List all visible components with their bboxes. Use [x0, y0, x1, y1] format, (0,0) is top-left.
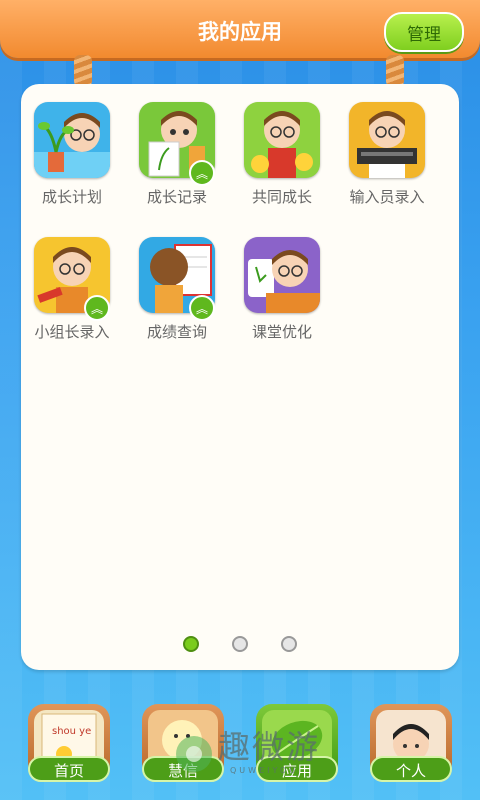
app-label: 共同成长	[251, 188, 312, 206]
class-optimize-icon	[244, 237, 320, 313]
app-label: 课堂优化	[251, 323, 312, 341]
app-group-leader[interactable]: ︽ 小组长录入	[20, 237, 124, 342]
app-label: 成长计划	[41, 188, 102, 206]
growth-plan-icon	[34, 102, 110, 178]
grow-together-icon	[244, 102, 320, 178]
page-dot[interactable]	[232, 636, 248, 652]
nav-label: 首页	[28, 756, 110, 782]
app-label: 成长记录	[146, 188, 207, 206]
upgrade-badge-icon: ︽	[189, 295, 215, 321]
app-label: 输入员录入	[349, 188, 425, 206]
app-label: 小组长录入	[34, 323, 110, 341]
page-dot[interactable]	[281, 636, 298, 652]
app-class-optimize[interactable]: 课堂优化	[230, 237, 334, 342]
watermark: 趣微游 QUWEIYOU	[170, 722, 410, 792]
app-grow-together[interactable]: 共同成长	[230, 102, 334, 207]
nav-home[interactable]: shou ye 首页	[28, 704, 110, 786]
apps-panel: 成长计划 ︽ 成长记录 共同成长 输入员录入 ︽ 小组长录入 ︽ 成绩查询 课堂…	[21, 84, 459, 670]
manage-button[interactable]: 管理	[384, 12, 464, 52]
upgrade-badge-icon: ︽	[84, 295, 110, 321]
app-growth-record[interactable]: ︽ 成长记录	[125, 102, 229, 207]
input-clerk-icon	[349, 102, 425, 178]
app-growth-plan[interactable]: 成长计划	[20, 102, 124, 207]
watermark-logo-icon	[176, 736, 212, 772]
page-dot-active[interactable]	[182, 636, 199, 652]
rope-right	[386, 55, 404, 87]
app-score-query[interactable]: ︽ 成绩查询	[125, 237, 229, 342]
page-indicator	[21, 636, 459, 656]
watermark-text: 趣微游	[218, 728, 321, 766]
header-bar: 我的应用 管理	[0, 0, 480, 58]
watermark-subtext: QUWEIYOU	[230, 766, 299, 775]
app-label: 成绩查询	[146, 323, 207, 341]
rope-left	[74, 55, 92, 87]
svg-text:shou ye: shou ye	[52, 726, 91, 737]
app-input-clerk[interactable]: 输入员录入	[335, 102, 439, 207]
upgrade-badge-icon: ︽	[189, 160, 215, 186]
